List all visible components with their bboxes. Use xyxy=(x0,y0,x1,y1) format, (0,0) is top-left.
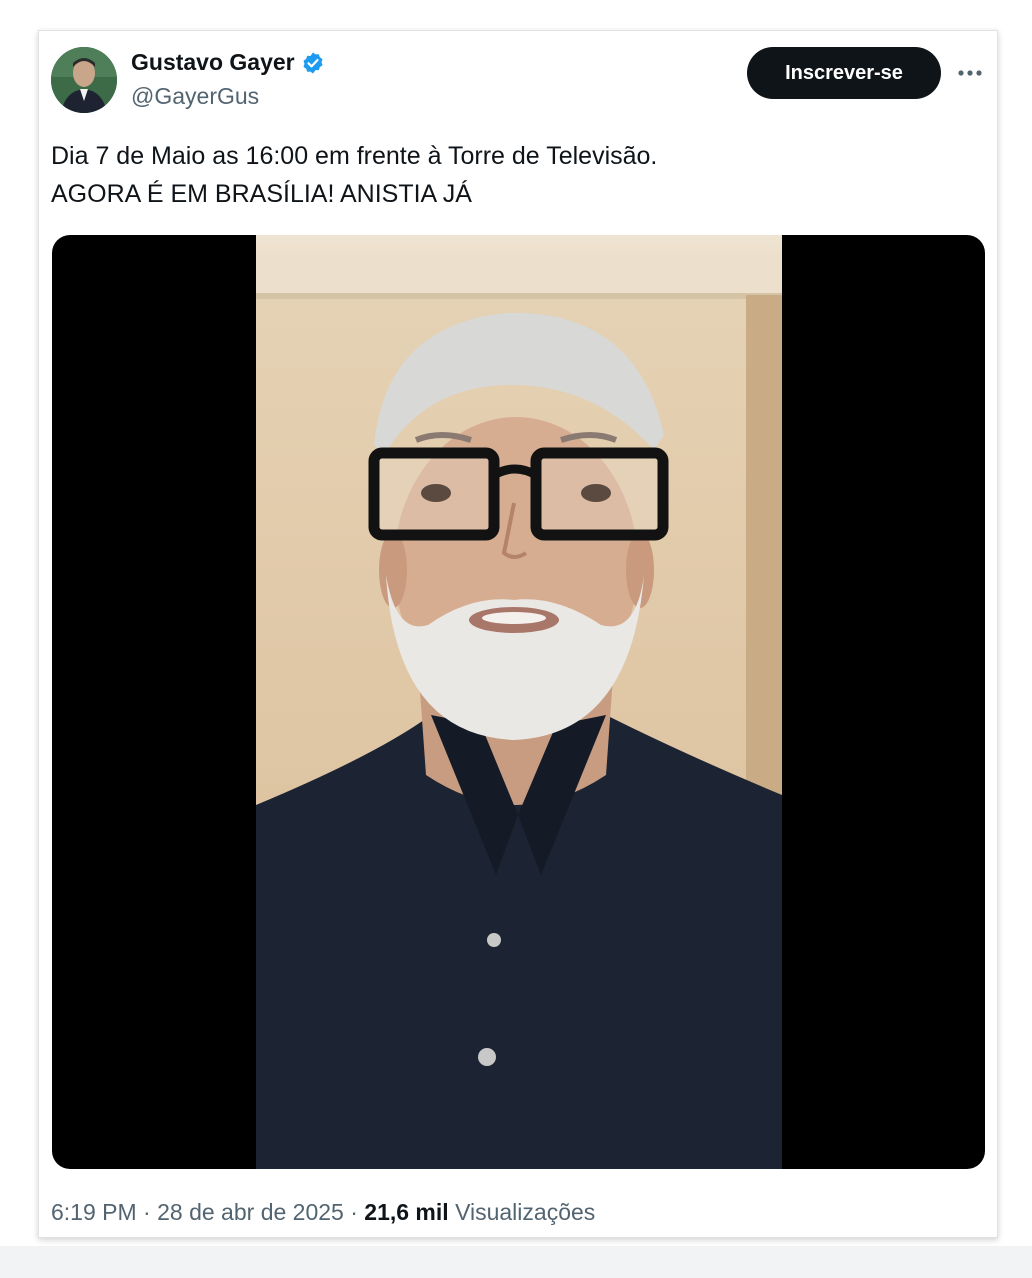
avatar[interactable] xyxy=(51,47,117,113)
views-label: Visualizações xyxy=(455,1199,596,1225)
tweet-text: Dia 7 de Maio as 16:00 em frente à Torre… xyxy=(51,137,657,213)
more-options-icon[interactable] xyxy=(955,59,985,87)
tweet-time[interactable]: 6:19 PM xyxy=(51,1199,137,1225)
subscribe-button[interactable]: Inscrever-se xyxy=(747,47,941,99)
author-handle[interactable]: @GayerGus xyxy=(131,83,259,110)
tweet-text-line-1: Dia 7 de Maio as 16:00 em frente à Torre… xyxy=(51,142,658,170)
avatar-image xyxy=(51,47,117,113)
tweet-card: Gustavo Gayer @GayerGus Inscrever-se Dia… xyxy=(38,30,998,1238)
meta-separator: · xyxy=(143,1199,151,1225)
video-frame xyxy=(256,235,782,1169)
meta-separator: · xyxy=(350,1199,358,1225)
verified-badge-icon xyxy=(301,51,325,75)
tweet-date[interactable]: 28 de abr de 2025 xyxy=(157,1199,344,1225)
author-display-name[interactable]: Gustavo Gayer xyxy=(131,49,295,76)
views-count: 21,6 mil xyxy=(364,1199,449,1225)
video-player[interactable] xyxy=(52,235,985,1169)
tweet-metadata: 6:19 PM · 28 de abr de 2025 · 21,6 mil V… xyxy=(51,1199,595,1226)
page-footer-background xyxy=(0,1246,1032,1278)
tweet-text-line-2: AGORA É EM BRASÍLIA! ANISTIA JÁ xyxy=(51,180,472,208)
